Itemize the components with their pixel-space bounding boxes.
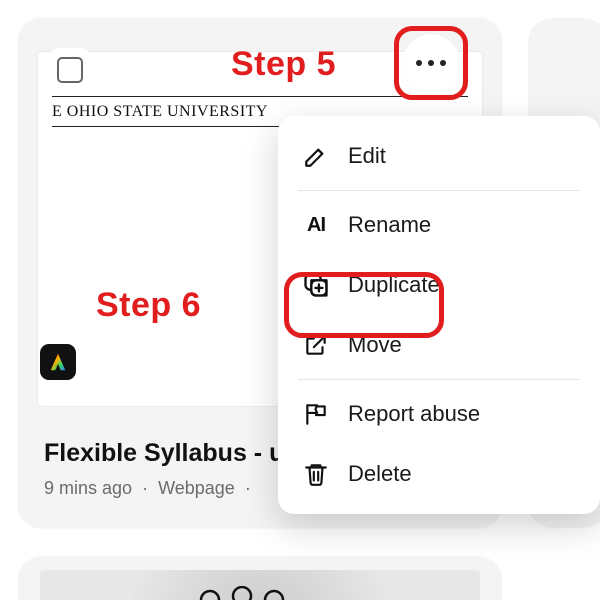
menu-item-delete[interactable]: Delete xyxy=(278,444,600,504)
menu-item-edit[interactable]: Edit xyxy=(278,126,600,186)
rename-icon: AI xyxy=(302,211,330,239)
trash-icon xyxy=(302,460,330,488)
menu-item-move[interactable]: Move xyxy=(278,315,600,375)
card-thumbnail xyxy=(40,570,480,600)
app-logo-icon xyxy=(40,344,76,380)
menu-item-duplicate[interactable]: Duplicate xyxy=(278,255,600,315)
menu-item-label: Move xyxy=(348,332,402,358)
annotation-label-step6: Step 6 xyxy=(96,286,201,325)
pencil-icon xyxy=(302,142,330,170)
select-checkbox[interactable] xyxy=(48,48,92,92)
duplicate-icon xyxy=(302,271,330,299)
move-icon xyxy=(302,331,330,359)
menu-item-label: Edit xyxy=(348,143,386,169)
next-row-card[interactable] xyxy=(18,556,502,600)
menu-item-label: Rename xyxy=(348,212,431,238)
context-menu: Edit AI Rename Duplicate Move xyxy=(278,116,600,514)
menu-item-label: Delete xyxy=(348,461,412,487)
annotation-label-step5: Step 5 xyxy=(231,45,336,84)
menu-item-label: Duplicate xyxy=(348,272,440,298)
menu-item-label: Report abuse xyxy=(348,401,480,427)
menu-item-report[interactable]: Report abuse xyxy=(278,384,600,444)
menu-separator xyxy=(298,379,580,380)
more-options-button[interactable] xyxy=(402,34,460,92)
flag-icon xyxy=(302,400,330,428)
menu-item-rename[interactable]: AI Rename xyxy=(278,195,600,255)
ellipsis-icon xyxy=(416,60,446,66)
menu-separator xyxy=(298,190,580,191)
